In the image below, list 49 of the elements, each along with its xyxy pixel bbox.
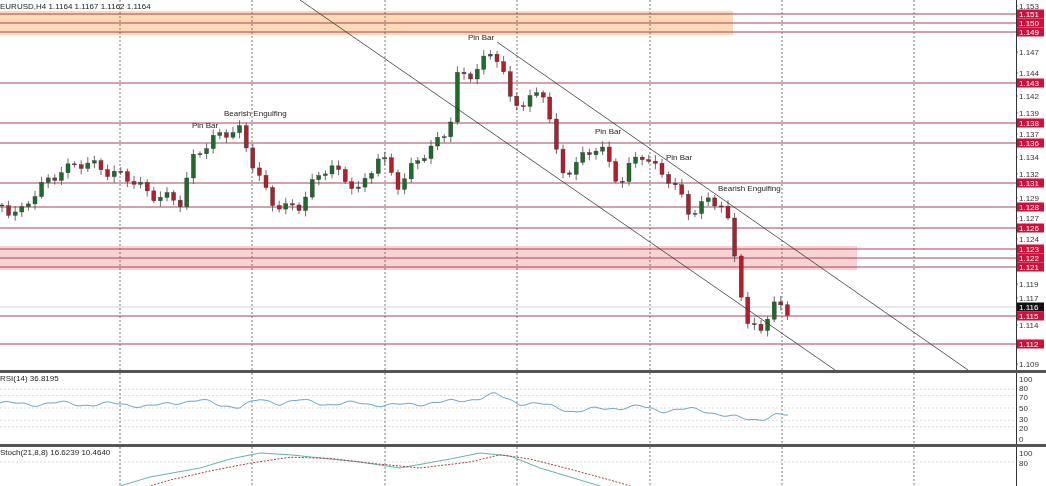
price-tag: 1.136 (1017, 138, 1044, 148)
price-tag: 1.112 (1017, 339, 1044, 349)
scale-label: 100 (1019, 449, 1033, 458)
price-tag: 1.143 (1017, 78, 1044, 88)
price-label: 1.153 (1019, 2, 1040, 11)
scale-label: 80 (1019, 459, 1028, 468)
pattern-label: Pin Bar (595, 127, 622, 136)
price-label: 1.144 (1019, 69, 1040, 78)
indicator-title: RSI(14) 36.8195 (0, 374, 59, 383)
scale-label: 100 (1019, 375, 1033, 384)
price-label: 1.129 (1019, 194, 1040, 203)
price-tag: 1.121 (1017, 262, 1044, 272)
price-tag: 1.151 (1017, 9, 1044, 19)
indicator-title: Stoch(21,8,8) 16.6239 10.4640 (0, 448, 111, 457)
pattern-label: Pin Bar (192, 121, 219, 130)
scale-label: 0 (1019, 435, 1024, 444)
price-tag: 1.122 (1017, 253, 1044, 263)
price-label: 1.127 (1019, 214, 1040, 223)
price-label: 1.117 (1019, 294, 1039, 303)
price-tag: 1.138 (1017, 118, 1044, 128)
price-label: 1.142 (1019, 92, 1040, 101)
pattern-label: Pin Bar (468, 33, 495, 42)
price-label: 1.132 (1019, 170, 1040, 179)
price-tag: 1.126 (1017, 223, 1044, 233)
price-label: 1.109 (1019, 360, 1040, 369)
price-tag: 1.123 (1017, 244, 1044, 254)
price-label: 1.139 (1019, 109, 1040, 118)
price-tag: 1.149 (1017, 27, 1044, 37)
chart-title: EURUSD,H4 1.1164 1.1167 1.1162 1.1164 (0, 2, 151, 11)
scale-label: 80 (1019, 384, 1028, 393)
price-label: 1.134 (1019, 153, 1040, 162)
scale-label: 70 (1019, 393, 1028, 402)
price-tag: 1.115 (1017, 311, 1044, 321)
price-tag: 1.128 (1017, 202, 1044, 212)
scale-label: 20 (1019, 424, 1028, 433)
price-label: 1.137 (1019, 130, 1040, 139)
candlestick (785, 300, 790, 321)
price-label: 1.147 (1019, 48, 1040, 57)
pattern-label: Bearish Engulfing (224, 109, 287, 118)
pattern-label: Pin Bar (666, 153, 693, 162)
price-label: 1.114 (1019, 321, 1039, 330)
price-tag: 1.116 (1017, 302, 1044, 312)
price-label: 1.119 (1019, 280, 1039, 289)
scale-label: 30 (1019, 415, 1028, 424)
price-tag: 1.150 (1017, 18, 1044, 28)
scale-label: 50 (1019, 404, 1028, 413)
pattern-label: Bearish Engulfing (718, 184, 781, 193)
price-tag: 1.131 (1017, 178, 1044, 188)
price-label: 1.124 (1019, 235, 1040, 244)
